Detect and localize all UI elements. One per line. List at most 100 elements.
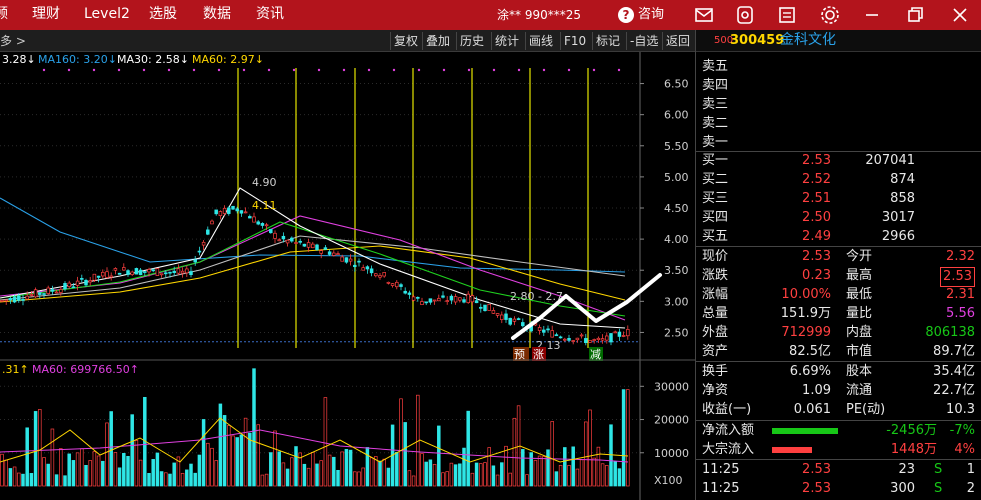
app-icon[interactable]: [733, 3, 757, 27]
candle-body: [453, 296, 458, 303]
candle-body: [369, 268, 374, 274]
volume-bar: [542, 456, 546, 487]
volume-bar: [483, 462, 487, 487]
candle-body: [281, 235, 286, 240]
candle-body: [80, 278, 84, 280]
volume-bar: [453, 464, 458, 487]
volume-bar: [206, 442, 210, 487]
candle-body: [315, 244, 319, 251]
volume-bar: [185, 469, 189, 487]
mail-icon[interactable]: [692, 3, 716, 27]
volume-bar: [42, 457, 46, 487]
volume-bar: [252, 368, 256, 487]
volume-bar: [248, 432, 252, 487]
divider: [696, 151, 981, 152]
volume-bar: [75, 452, 80, 487]
stock-name: 金科文化: [780, 32, 836, 48]
buy-level-volume: 874: [890, 172, 915, 187]
tick-price: 2.53: [802, 481, 831, 496]
candle-body: [411, 296, 416, 301]
volume-bar: [420, 453, 424, 487]
tick-time: 11:25: [702, 462, 740, 477]
flow-label: 大宗流入: [702, 442, 755, 457]
signal-dot: [417, 68, 421, 72]
flow-value: 1448万: [890, 442, 937, 457]
candle-body: [227, 207, 231, 214]
divider: [696, 361, 981, 362]
quote-label: 现价: [702, 249, 729, 264]
candle-body: [109, 275, 113, 278]
price-tick-label: 2.50: [664, 326, 689, 339]
candle-body: [84, 279, 88, 286]
volume-bar: [122, 452, 126, 487]
candle-body: [239, 210, 244, 214]
candle-body: [92, 273, 97, 281]
volume-bar: [609, 424, 613, 487]
candle-body: [126, 270, 130, 275]
candle-body: [8, 298, 13, 301]
candle-body: [327, 251, 332, 255]
volume-bar: [231, 435, 235, 487]
volume-bar: [327, 454, 332, 487]
signal-dot: [342, 68, 346, 72]
candle-body: [33, 289, 38, 298]
candle-body: [17, 295, 21, 301]
volume-bar: [600, 463, 605, 487]
volume-bar: [46, 463, 50, 487]
quote-panel: 500 300459 金科文化 卖五 卖四 卖三 卖二 卖一 买一 2.53 207041 买二…: [695, 30, 981, 500]
candle-body: [172, 270, 176, 273]
buy-level-volume: 2966: [881, 229, 915, 244]
volume-bar: [495, 474, 500, 487]
fund-label: 收益(一): [702, 402, 752, 417]
volume-bar: [134, 440, 139, 487]
candle-body: [0, 300, 4, 302]
divider: [696, 246, 981, 247]
candle-body: [248, 216, 252, 219]
candle-body: [138, 269, 143, 276]
price-tick-label: 4.00: [664, 233, 689, 246]
candle-body: [164, 272, 168, 275]
volume-bar: [159, 471, 164, 487]
stock-code: 300459: [730, 33, 785, 48]
quote-value: 806138: [925, 325, 975, 340]
quote-label: 涨跌: [702, 268, 729, 283]
buy-level-volume: 3017: [881, 210, 915, 225]
quote-label: 最低: [846, 287, 873, 302]
restore-icon[interactable]: [903, 3, 927, 27]
candle-body: [206, 229, 210, 235]
volume-bar: [512, 417, 517, 487]
close-icon[interactable]: [948, 3, 972, 27]
gear-icon[interactable]: [818, 3, 842, 27]
volume-bar: [491, 465, 496, 487]
volume-bar: [84, 465, 88, 487]
volume-bar: [365, 447, 370, 487]
volume-bar: [336, 469, 340, 487]
signal-dot: [542, 68, 546, 72]
volume-bar: [101, 460, 105, 487]
stock-app-window: 顾 理财 Level2 选股 数据 资讯 涂** 990***25 ? 咨询 多…: [0, 0, 981, 500]
candle-body: [256, 221, 260, 225]
kline-chart[interactable]: 6.50 6.00 5.50 5.00 4.50 4.00 3.50 3.00 2.50 4.9…: [0, 0, 695, 500]
candle-body: [395, 281, 399, 288]
volume-bar: [533, 460, 538, 487]
candle-body: [474, 300, 479, 304]
volume-bar: [378, 460, 382, 487]
stock-header[interactable]: 500 300459 金科文化: [696, 30, 981, 52]
candle-body: [193, 259, 197, 263]
quote-label: 资产: [702, 344, 729, 359]
candle-body: [311, 243, 315, 249]
price-tick-label: 5.00: [664, 171, 689, 184]
notepad-icon[interactable]: [775, 3, 799, 27]
candle-body: [143, 271, 147, 273]
candle-body: [155, 268, 160, 276]
candle-body: [252, 216, 256, 223]
volume-bar: [558, 465, 563, 487]
volume-bar: [8, 468, 13, 487]
volume-bar: [403, 422, 407, 487]
high-sub-annotation: 4.11: [252, 199, 277, 212]
candle-body: [290, 237, 294, 242]
volume-bar: [428, 459, 433, 487]
candle-body: [46, 287, 50, 294]
volume-bar: [374, 456, 378, 487]
minimize-icon[interactable]: [860, 3, 884, 27]
